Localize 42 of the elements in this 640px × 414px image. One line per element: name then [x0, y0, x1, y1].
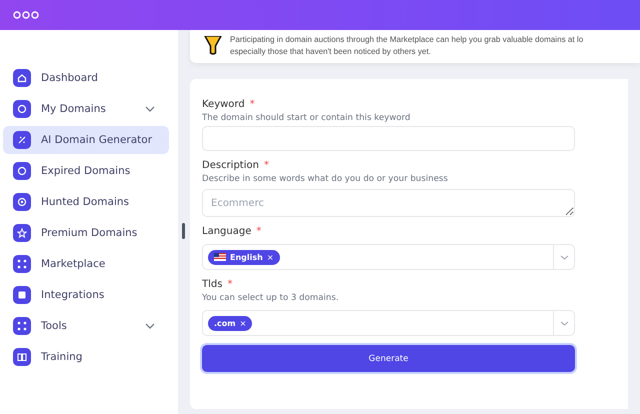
tip-text: especially those that haven't been noticed by others yet.	[230, 46, 432, 58]
sidebar-item[interactable]: Expired Domains	[3, 157, 169, 185]
sidebar-item[interactable]: Integrations	[3, 281, 169, 309]
sidebar-item[interactable]: Marketplace	[3, 250, 169, 278]
clock-icon	[13, 162, 31, 180]
field-hint: The domain should start or contain this keyword	[202, 113, 412, 123]
sidebar-item[interactable]: Training	[3, 343, 169, 371]
sidebar-item[interactable]: Dashboard	[3, 64, 169, 92]
book-icon	[13, 348, 31, 366]
sidebar-item[interactable]: My Domains	[3, 95, 169, 123]
target-icon	[13, 193, 31, 211]
field-label: Keyword	[202, 99, 245, 110]
multi-select-field[interactable]: .com ×	[202, 310, 575, 336]
field-hint: Describe in some words what do you do or your business	[202, 174, 449, 184]
required-mark: *	[256, 226, 262, 237]
description-field[interactable]: Ecommerc	[202, 189, 575, 217]
required-mark: *	[264, 160, 269, 171]
box-icon	[13, 286, 31, 304]
tools-icon	[13, 317, 31, 335]
multi-select-field[interactable]: English ×	[202, 244, 575, 270]
globe-icon	[13, 100, 31, 118]
sidebar-item[interactable]: Premium Domains	[3, 219, 169, 247]
sidebar-item[interactable]: Hunted Domains	[3, 188, 169, 216]
selected-tag[interactable]: .com ×	[208, 316, 252, 330]
field-label: Description	[202, 160, 259, 171]
sidebar-item[interactable]: Tools	[3, 312, 169, 340]
chevron-down-icon	[560, 254, 568, 260]
required-mark: *	[227, 279, 232, 290]
resize-handle[interactable]	[182, 223, 185, 239]
window-dots-icon[interactable]	[13, 11, 39, 19]
grid-icon	[13, 255, 31, 273]
tip-text: Participating in domain auctions through the Marketplace can help you grab valuable domains at lo	[230, 34, 584, 46]
field-hint: You can select up to 3 domains.	[202, 293, 340, 303]
field-label: Tlds	[202, 279, 222, 290]
selected-tag[interactable]: English ×	[208, 250, 280, 264]
sidebar-item[interactable]: AI Domain Generator	[3, 126, 169, 154]
keyword-field[interactable]	[202, 126, 575, 151]
chevron-down-icon	[560, 320, 568, 326]
generate-button[interactable]: Generate	[202, 345, 575, 372]
home-icon	[13, 69, 31, 87]
field-label: Language	[202, 226, 252, 237]
required-mark: *	[250, 99, 255, 110]
